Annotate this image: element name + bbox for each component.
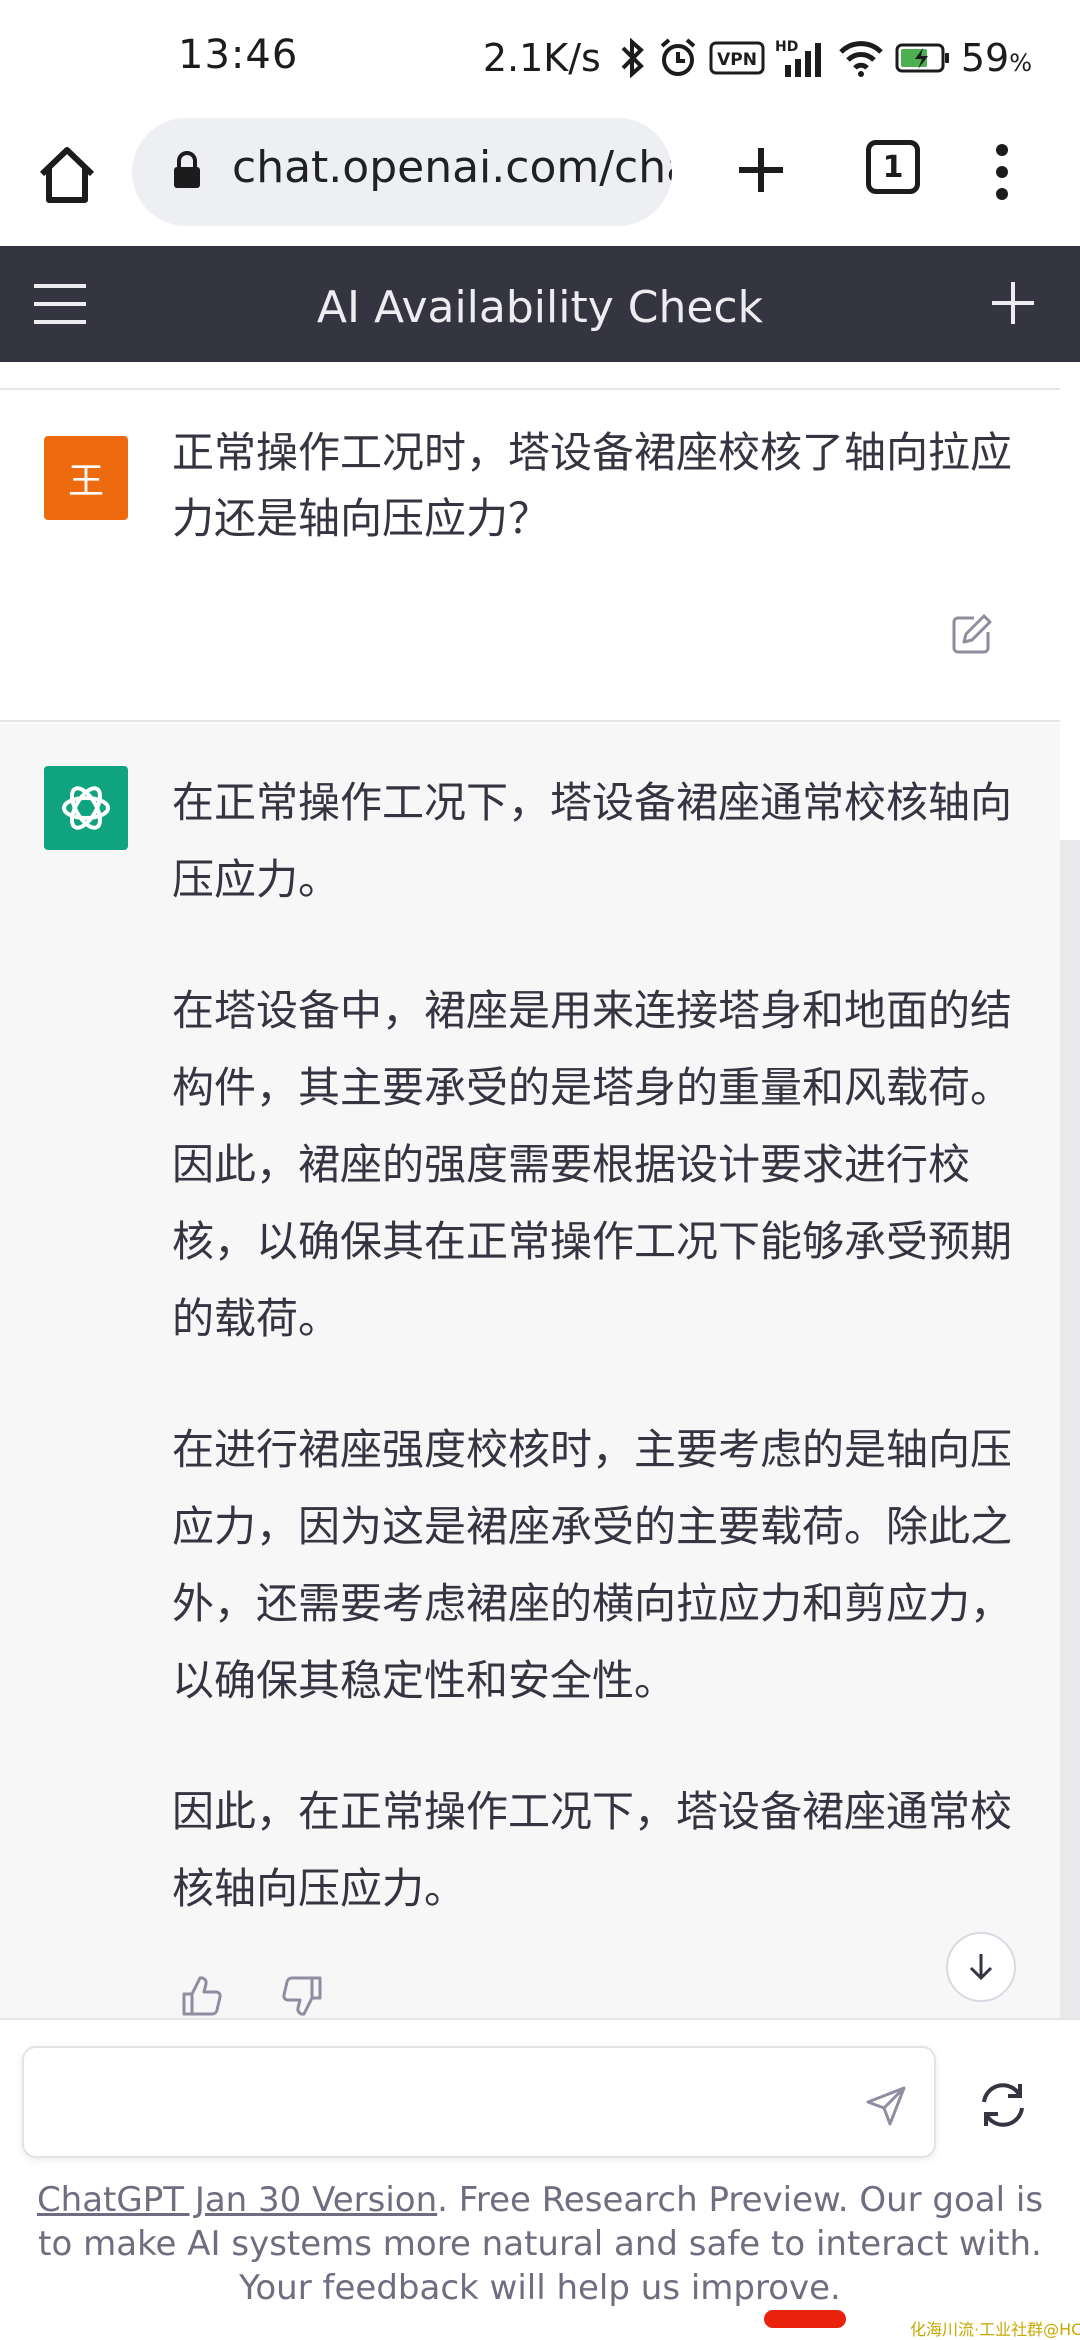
assistant-paragraph: 在正常操作工况下，塔设备裙座通常校核轴向压应力。 bbox=[172, 778, 1013, 904]
watermark: 化海川流·工业社群@HCBBS bbox=[910, 2320, 1080, 2339]
url-text[interactable]: chat.openai.com/chat bbox=[232, 142, 672, 193]
edit-icon[interactable] bbox=[950, 612, 994, 656]
thumbs-down-icon[interactable] bbox=[280, 1974, 324, 2018]
assistant-paragraph: 在进行裙座强度校核时，主要考虑的是轴向压应力，因为这是裙座承受的主要载荷。除此之… bbox=[172, 1425, 1013, 1705]
red-annotation-mark bbox=[764, 2310, 846, 2328]
scroll-to-bottom-button[interactable] bbox=[946, 1932, 1016, 2002]
lock-icon bbox=[172, 150, 202, 190]
assistant-message-text: 在正常操作工况下，塔设备裙座通常校核轴向压应力。 在塔设备中，裙座是用来连接塔身… bbox=[172, 764, 1012, 1981]
user-message-text: 正常操作工况时，塔设备裙座校核了轴向拉应力还是轴向压应力？ bbox=[172, 428, 1013, 543]
version-link[interactable]: ChatGPT Jan 30 Version bbox=[37, 2180, 437, 2220]
screen: 13:46 2.1K/s VPN HD 59% chat.openai.com/… bbox=[0, 0, 1080, 2340]
alarm-icon bbox=[657, 37, 699, 79]
browser-menu-button[interactable] bbox=[992, 140, 1012, 204]
tab-switcher-button[interactable]: 1 bbox=[866, 140, 920, 194]
assistant-paragraph: 在塔设备中，裙座是用来连接塔身和地面的结构件，其主要承受的是塔身的重量和风载荷。… bbox=[172, 986, 1013, 1343]
status-bar: 13:46 2.1K/s VPN HD 59% bbox=[0, 0, 1080, 118]
home-button[interactable] bbox=[36, 140, 98, 210]
wifi-icon bbox=[837, 38, 885, 78]
assistant-paragraph: 因此，在正常操作工况下，塔设备裙座通常校核轴向压应力。 bbox=[172, 1787, 1013, 1913]
message-input[interactable] bbox=[44, 2068, 824, 2138]
assistant-message: 在正常操作工况下，塔设备裙座通常校核轴向压应力。 在塔设备中，裙座是用来连接塔身… bbox=[0, 724, 1060, 2018]
user-avatar: 王 bbox=[44, 436, 128, 520]
scrollbar[interactable] bbox=[1060, 840, 1080, 2020]
message-input-box[interactable] bbox=[22, 2046, 936, 2158]
network-speed: 2.1K/s bbox=[482, 36, 601, 80]
arrow-down-icon bbox=[969, 1954, 993, 1981]
chat-header: AI Availability Check bbox=[0, 246, 1080, 362]
user-message: 王 正常操作工况时，塔设备裙座校核了轴向拉应力还是轴向压应力？ bbox=[0, 388, 1060, 722]
battery-icon bbox=[895, 42, 951, 74]
plus-icon bbox=[739, 148, 783, 192]
browser-toolbar: chat.openai.com/chat 1 bbox=[0, 118, 1080, 246]
home-icon bbox=[39, 147, 95, 203]
hd-label: HD bbox=[775, 39, 798, 55]
chatgpt-logo-icon bbox=[44, 766, 128, 850]
footer-disclaimer: ChatGPT Jan 30 Version. Free Research Pr… bbox=[30, 2178, 1050, 2310]
tab-count: 1 bbox=[882, 149, 904, 185]
send-icon[interactable] bbox=[864, 2084, 908, 2128]
new-tab-button[interactable] bbox=[735, 140, 787, 200]
battery-percent: 59% bbox=[960, 36, 1032, 80]
chat-title: AI Availability Check bbox=[316, 282, 764, 333]
vpn-icon: VPN bbox=[709, 41, 765, 75]
regenerate-icon[interactable] bbox=[976, 2078, 1030, 2132]
thumbs-up-icon[interactable] bbox=[180, 1974, 224, 2018]
vpn-label: VPN bbox=[717, 50, 757, 70]
signal-icon: HD bbox=[775, 37, 827, 79]
status-time: 13:46 bbox=[178, 32, 299, 78]
input-area: ChatGPT Jan 30 Version. Free Research Pr… bbox=[0, 2018, 1080, 2340]
address-bar[interactable]: chat.openai.com/chat bbox=[132, 118, 672, 226]
new-chat-button[interactable] bbox=[990, 280, 1036, 326]
plus-icon bbox=[992, 282, 1034, 324]
bluetooth-icon bbox=[617, 38, 647, 78]
status-icons: 2.1K/s VPN HD 59% bbox=[483, 28, 1032, 88]
more-vert-icon bbox=[996, 144, 1008, 200]
